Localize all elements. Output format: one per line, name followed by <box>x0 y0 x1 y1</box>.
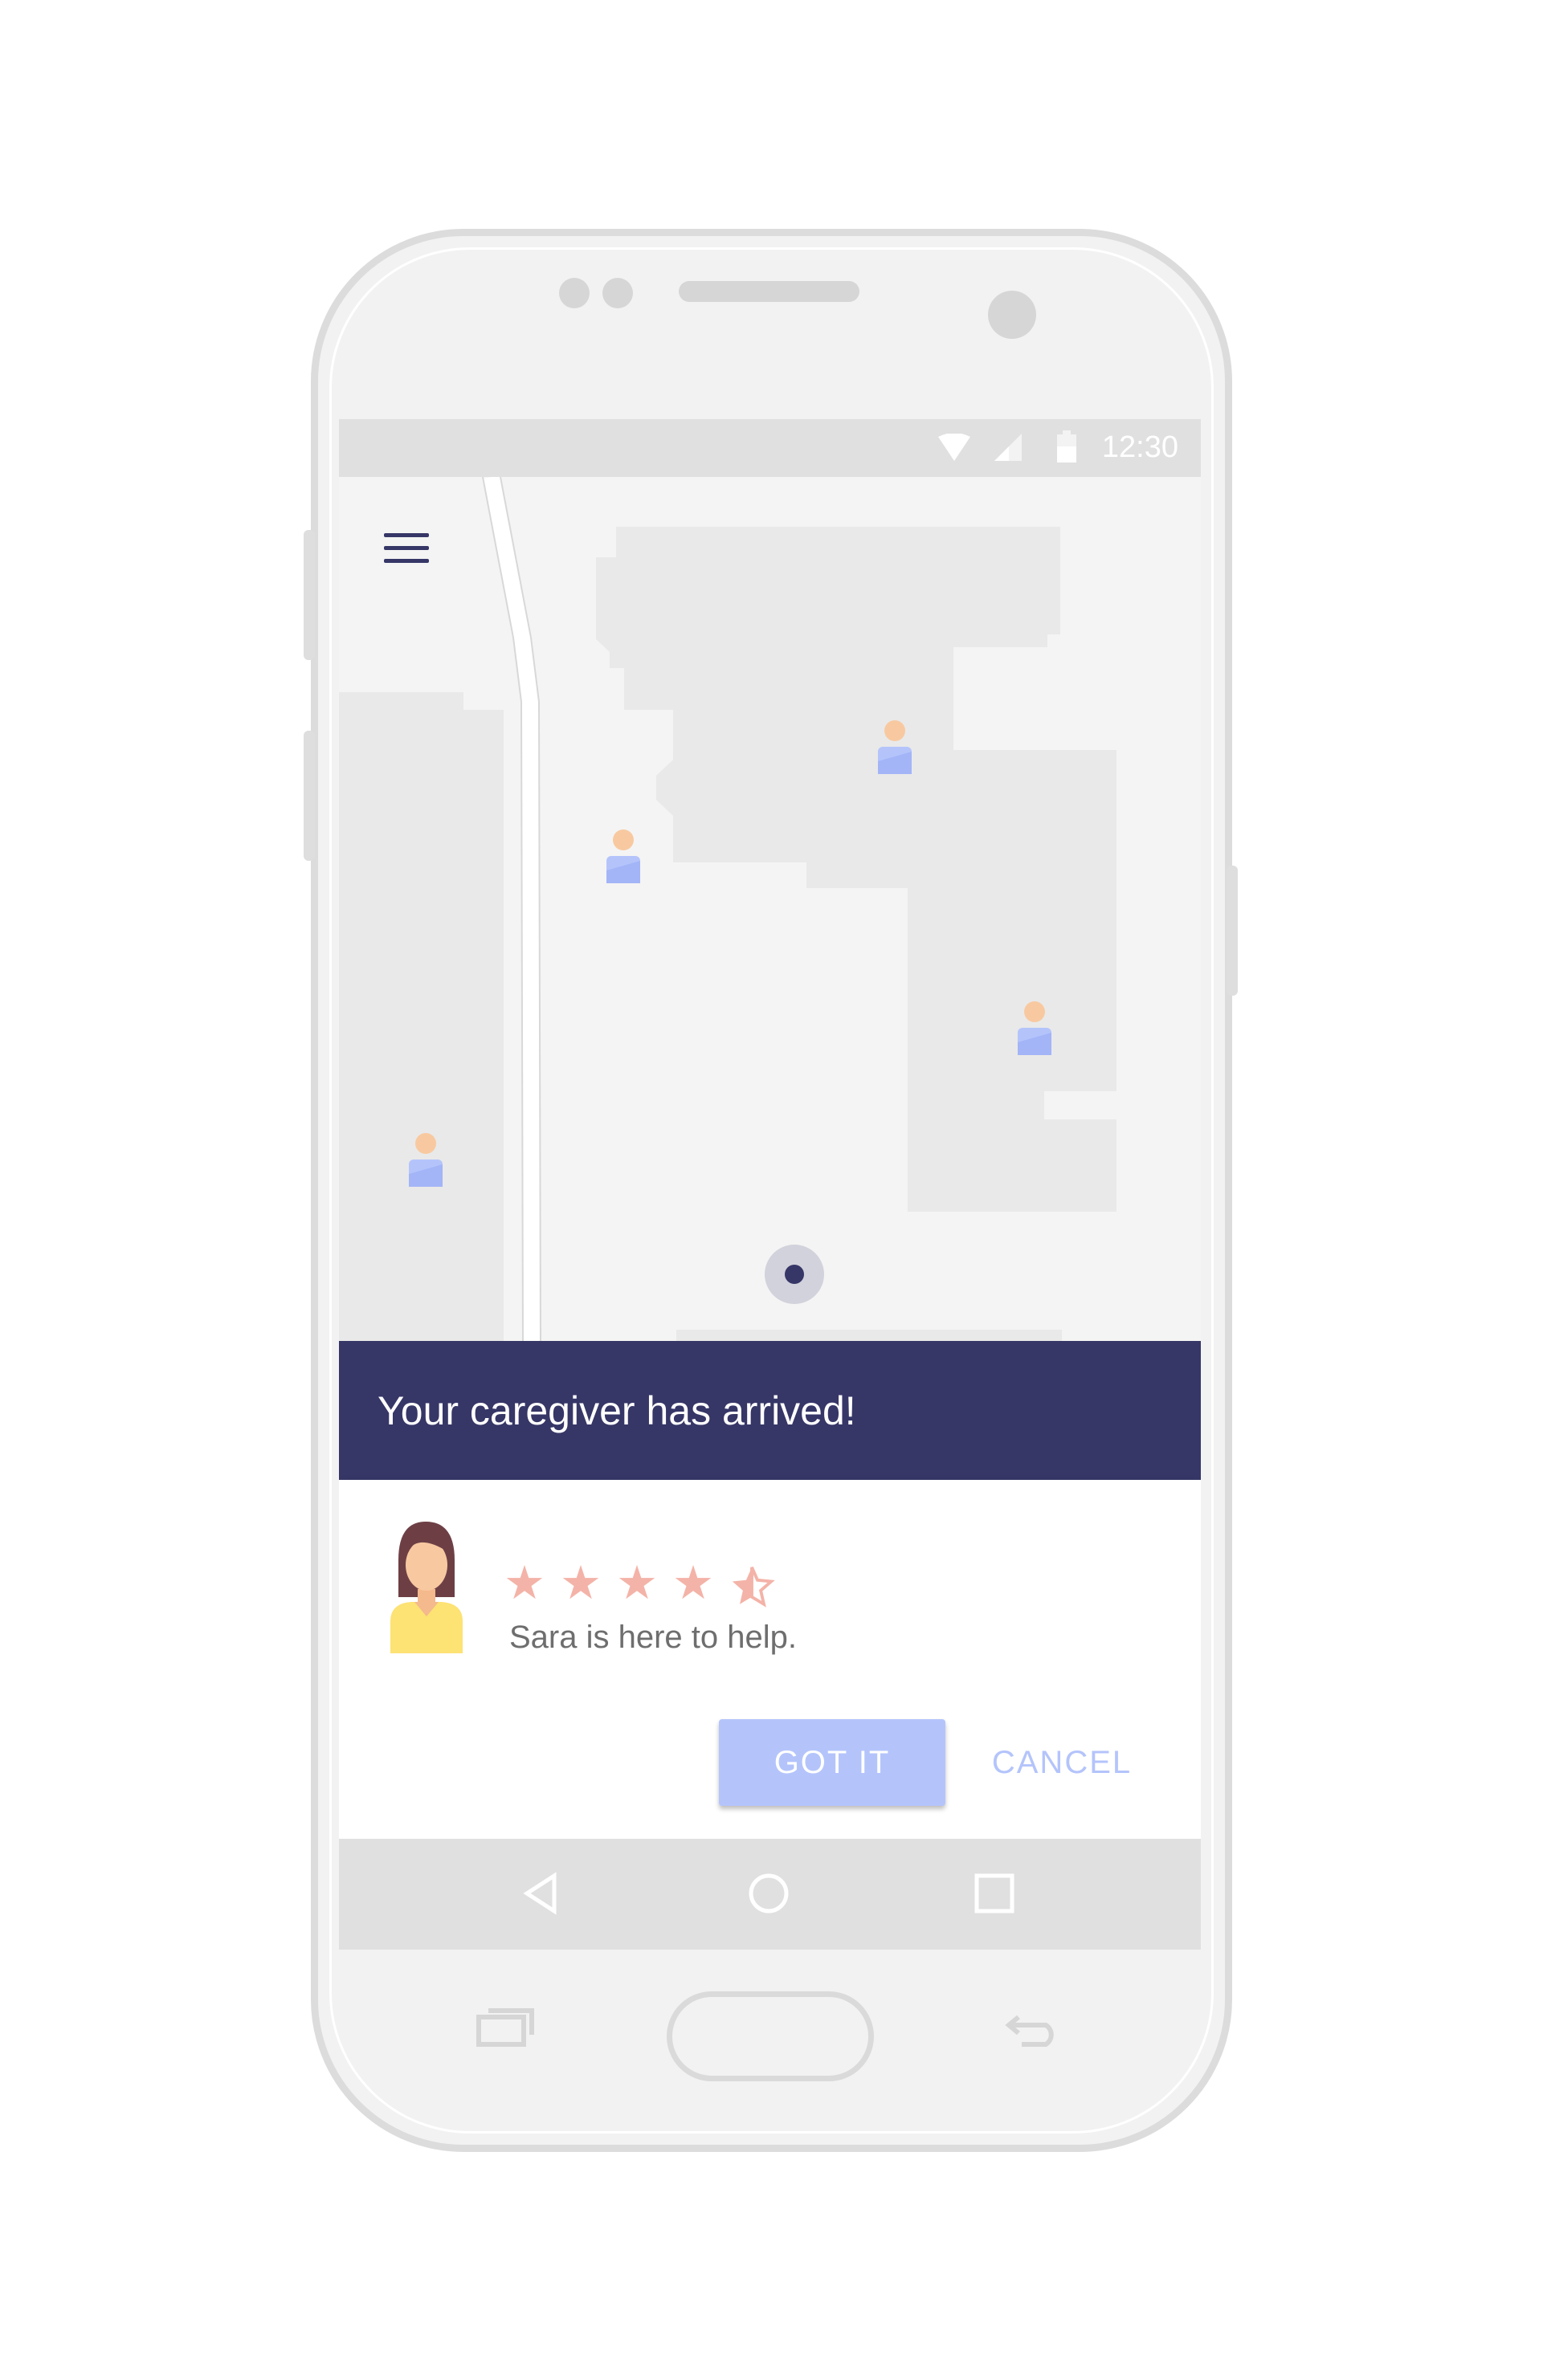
map-view[interactable] <box>339 477 1201 1344</box>
person-pin-icon[interactable] <box>604 829 643 886</box>
rating-stars: ★ ★ ★ ★ <box>504 1560 775 1610</box>
hardware-back-icon[interactable] <box>1002 2004 1063 2049</box>
android-nav-bar <box>339 1839 1201 1950</box>
status-time: 12:30 <box>1101 430 1178 464</box>
home-circle-icon[interactable] <box>740 1864 798 1922</box>
signal-icon <box>994 434 1022 461</box>
back-triangle-icon[interactable] <box>514 1864 572 1922</box>
status-bar: 12:30 <box>339 419 1201 477</box>
wifi-icon <box>938 434 970 461</box>
caregiver-card: ★ ★ ★ ★ Sara is here to help. GOT IT CAN… <box>339 1480 1201 1856</box>
hardware-home-button[interactable] <box>667 1991 874 2081</box>
star-full-icon: ★ <box>672 1557 714 1609</box>
light-sensor <box>602 278 633 308</box>
star-full-icon: ★ <box>504 1557 545 1609</box>
person-pin-icon[interactable] <box>1015 1000 1054 1058</box>
front-camera <box>988 291 1036 339</box>
arrival-banner: Your caregiver has arrived! <box>339 1341 1201 1480</box>
cancel-button[interactable]: CANCEL <box>982 1719 1142 1806</box>
caregiver-avatar-icon <box>390 1522 463 1653</box>
caregiver-message: Sara is here to help. <box>509 1620 797 1655</box>
volume-up-button <box>304 530 315 660</box>
star-full-icon: ★ <box>560 1557 602 1609</box>
battery-icon <box>1057 430 1076 463</box>
star-full-icon: ★ <box>616 1557 658 1609</box>
volume-down-button <box>304 731 315 861</box>
proximity-sensor <box>559 278 590 308</box>
recents-square-icon[interactable] <box>965 1864 1023 1922</box>
power-button <box>1227 866 1238 996</box>
phone-screen: 12:30 Your caregiver has arrived! ★ ★ ★ … <box>339 419 1201 1950</box>
arrival-message: Your caregiver has arrived! <box>378 1388 856 1433</box>
person-pin-icon[interactable] <box>876 719 914 777</box>
got-it-button[interactable]: GOT IT <box>719 1719 945 1806</box>
current-location-icon <box>765 1245 824 1304</box>
earpiece-speaker <box>679 281 859 302</box>
star-half-icon <box>732 1567 775 1608</box>
hamburger-menu-icon[interactable] <box>384 533 431 565</box>
map-background <box>339 477 1201 1344</box>
person-pin-icon[interactable] <box>406 1132 445 1190</box>
hardware-recents-icon[interactable] <box>476 2004 537 2049</box>
